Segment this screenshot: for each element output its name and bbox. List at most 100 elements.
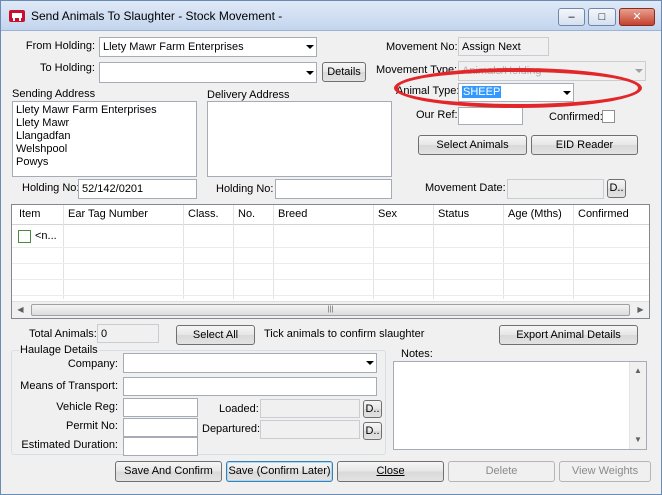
delivery-holding-no-field[interactable] [275, 179, 392, 199]
scrollbar-grip: ||| [327, 306, 334, 313]
chevron-down-icon[interactable] [366, 361, 374, 365]
our-ref-label: Our Ref: [416, 109, 458, 121]
movement-type-combo[interactable]: Animals/Holding [458, 61, 646, 81]
confirmed-label: Confirmed: [549, 111, 603, 123]
address-line: Llangadfan [16, 130, 71, 142]
address-line: Llety Mawr Farm Enterprises [16, 104, 157, 116]
movement-type-value: Animals/Holding [462, 65, 542, 77]
from-holding-label: From Holding: [25, 40, 95, 52]
vehicle-reg-label: Vehicle Reg: [56, 401, 118, 413]
column-header-ear-tag[interactable]: Ear Tag Number [68, 208, 148, 220]
holding-no-label: Holding No: [22, 182, 80, 194]
loaded-picker-button[interactable]: D.. [363, 400, 382, 418]
confirmed-checkbox[interactable] [602, 110, 615, 123]
row-divider [12, 263, 649, 264]
movement-no-field: Assign Next [458, 37, 549, 56]
horizontal-scrollbar[interactable]: ◀ ||| ▶ [12, 301, 649, 318]
scroll-up-icon[interactable]: ▲ [630, 364, 646, 378]
estimated-duration-field[interactable] [123, 437, 198, 456]
permit-no-field[interactable] [123, 418, 198, 437]
notes-vertical-scrollbar[interactable]: ▲ ▼ [629, 362, 646, 449]
table-row[interactable]: <n... [12, 227, 649, 246]
select-all-button[interactable]: Select All [176, 325, 255, 345]
column-header-confirmed[interactable]: Confirmed [578, 208, 629, 220]
animal-type-combo[interactable]: SHEEP [458, 83, 574, 102]
vehicle-reg-field[interactable] [123, 398, 198, 417]
column-header-age[interactable]: Age (Mths) [508, 208, 562, 220]
permit-no-label: Permit No: [66, 420, 118, 432]
total-animals-label: Total Animals: [29, 328, 97, 340]
select-animals-button[interactable]: Select Animals [418, 135, 527, 155]
form-body: From Holding: Llety Mawr Farm Enterprise… [7, 31, 655, 488]
save-confirm-later-button[interactable]: Save (Confirm Later) [226, 461, 333, 482]
column-divider [233, 205, 234, 299]
minimize-button[interactable]: – [558, 8, 585, 26]
row-select-checkbox[interactable] [18, 230, 31, 243]
chevron-down-icon[interactable] [306, 70, 314, 75]
animal-type-label: Animal Type: [396, 85, 460, 97]
company-combo[interactable] [123, 353, 377, 373]
column-header-item[interactable]: Item [19, 208, 40, 220]
from-holding-combo[interactable]: Llety Mawr Farm Enterprises [99, 37, 317, 57]
notes-textarea[interactable]: ▲ ▼ [393, 361, 647, 450]
close-window-button[interactable]: ✕ [619, 8, 655, 26]
column-divider [433, 205, 434, 299]
departured-picker-button[interactable]: D.. [363, 422, 382, 440]
application-window: Send Animals To Slaughter - Stock Moveme… [0, 0, 662, 495]
animals-grid[interactable]: Item Ear Tag Number Class. No. Breed Sex… [11, 204, 650, 319]
column-divider [503, 205, 504, 299]
loaded-label: Loaded: [219, 403, 259, 415]
scroll-right-icon[interactable]: ▶ [632, 302, 649, 318]
details-button[interactable]: Details [322, 62, 366, 82]
scroll-down-icon[interactable]: ▼ [630, 433, 646, 447]
from-holding-value: Llety Mawr Farm Enterprises [103, 41, 244, 53]
departured-label: Departured: [202, 423, 261, 435]
departured-field [260, 420, 360, 439]
column-divider [183, 205, 184, 299]
row-divider [12, 295, 649, 296]
haulage-details-label: Haulage Details [19, 344, 99, 356]
address-line: Llety Mawr [16, 117, 70, 129]
column-header-no[interactable]: No. [238, 208, 255, 220]
chevron-down-icon[interactable] [563, 90, 571, 95]
scroll-left-icon[interactable]: ◀ [12, 302, 29, 318]
view-weights-button[interactable]: View Weights [559, 461, 651, 482]
chevron-down-icon[interactable] [306, 45, 314, 49]
to-holding-combo[interactable] [99, 62, 317, 83]
means-of-transport-label: Means of Transport: [20, 380, 118, 392]
movement-date-picker-button[interactable]: D.. [607, 179, 626, 198]
column-header-status[interactable]: Status [438, 208, 469, 220]
save-and-confirm-button[interactable]: Save And Confirm [115, 461, 222, 482]
column-header-class[interactable]: Class. [188, 208, 219, 220]
export-animal-details-button[interactable]: Export Animal Details [499, 325, 638, 345]
delivery-holding-no-label: Holding No: [216, 183, 274, 195]
sending-address-label: Sending Address [12, 88, 96, 100]
scrollbar-thumb[interactable]: ||| [31, 304, 630, 316]
to-holding-label: To Holding: [39, 62, 95, 74]
column-divider [573, 205, 574, 299]
eid-reader-button[interactable]: EID Reader [531, 135, 638, 155]
delete-button[interactable]: Delete [448, 461, 555, 482]
close-button[interactable]: Close [337, 461, 444, 482]
company-label: Company: [67, 358, 118, 370]
maximize-button[interactable]: □ [588, 8, 616, 26]
column-header-breed[interactable]: Breed [278, 208, 307, 220]
loaded-field [260, 399, 360, 418]
column-divider [273, 205, 274, 299]
address-line: Powys [16, 156, 49, 168]
delivery-address-box[interactable] [207, 101, 392, 177]
movement-type-label: Movement Type: [376, 64, 458, 76]
estimated-duration-label: Estimated Duration: [21, 439, 118, 451]
grid-header: Item Ear Tag Number Class. No. Breed Sex… [12, 205, 649, 225]
sending-address-box[interactable]: Llety Mawr Farm Enterprises Llety Mawr L… [12, 101, 197, 177]
our-ref-field[interactable] [458, 107, 523, 125]
movement-date-field [507, 179, 604, 199]
delivery-address-label: Delivery Address [207, 89, 290, 101]
holding-no-field[interactable]: 52/142/0201 [78, 179, 197, 199]
chevron-down-icon[interactable] [635, 69, 643, 73]
cow-app-icon [9, 10, 25, 22]
column-header-sex[interactable]: Sex [378, 208, 397, 220]
title-bar[interactable]: Send Animals To Slaughter - Stock Moveme… [1, 1, 661, 31]
window-title: Send Animals To Slaughter - Stock Moveme… [31, 9, 283, 23]
means-of-transport-field[interactable] [123, 377, 377, 396]
